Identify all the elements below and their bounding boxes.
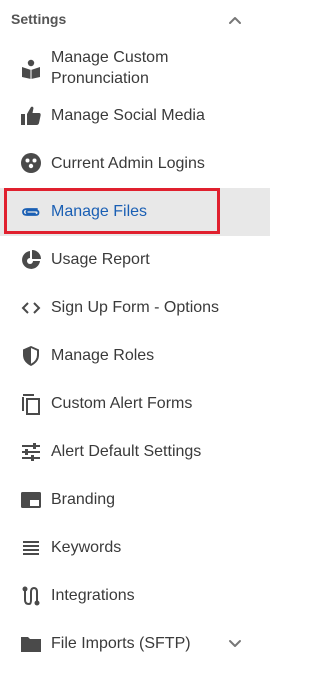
branding-icon: [20, 489, 42, 511]
menu-item-manage-files[interactable]: Manage Files: [0, 188, 270, 236]
chevron-down-icon[interactable]: [226, 636, 244, 652]
menu-item-manage-social-media[interactable]: Manage Social Media: [0, 92, 270, 140]
menu-item-label: Manage Custom: [51, 49, 169, 66]
menu-item-label: Manage Roles: [51, 347, 155, 364]
menu-item-sign-up-form-options[interactable]: Sign Up Form - Options: [0, 284, 270, 332]
menu-item-branding[interactable]: Branding: [0, 476, 270, 524]
folder-icon: [20, 633, 42, 655]
menu-item-label: Alert Default Settings: [51, 443, 202, 460]
paperclip-icon: [20, 201, 42, 223]
menu-item-file-imports-sftp[interactable]: File Imports (SFTP): [0, 620, 270, 668]
menu-item-custom-alert-forms[interactable]: Custom Alert Forms: [0, 380, 270, 428]
menu-item-label: Usage Report: [51, 251, 150, 268]
menu-item-label: Custom Alert Forms: [51, 395, 193, 412]
menu-item-label: File Imports (SFTP): [51, 635, 191, 652]
copy-icon: [20, 393, 42, 415]
menu-item-alert-default-settings[interactable]: Alert Default Settings: [0, 428, 270, 476]
list-icon: [20, 537, 42, 559]
integrations-icon: [20, 585, 42, 607]
code-icon: [20, 297, 42, 319]
menu-item-keywords[interactable]: Keywords: [0, 524, 270, 572]
menu-item-label: Integrations: [51, 587, 135, 604]
section-title: Settings: [11, 11, 67, 27]
users-circle-icon: [20, 152, 42, 174]
menu-item-label: Sign Up Form - Options: [51, 299, 220, 316]
menu-item-integrations[interactable]: Integrations: [0, 572, 270, 620]
menu-item-label: Pronunciation: [51, 70, 149, 87]
menu-item-label: Manage Files: [51, 203, 148, 220]
menu-item-manage-custom-pronunciation[interactable]: Manage Custom Pronunciation: [0, 42, 270, 96]
menu-item-label: Branding: [51, 491, 116, 508]
menu-item-usage-report[interactable]: Usage Report: [0, 236, 270, 284]
book-speak-icon: [20, 58, 42, 80]
menu-item-label: Manage Social Media: [51, 107, 205, 124]
sliders-icon: [20, 441, 42, 463]
shield-icon: [20, 345, 42, 367]
menu-item-label: Current Admin Logins: [51, 155, 205, 172]
menu-item-label: Keywords: [51, 539, 122, 556]
menu-item-manage-roles[interactable]: Manage Roles: [0, 332, 270, 380]
settings-section-header[interactable]: Settings: [0, 0, 270, 40]
thumbs-up-icon: [20, 105, 42, 127]
menu-item-current-admin-logins[interactable]: Current Admin Logins: [0, 140, 270, 188]
pie-chart-icon: [20, 249, 42, 271]
chevron-up-icon[interactable]: [226, 12, 244, 28]
